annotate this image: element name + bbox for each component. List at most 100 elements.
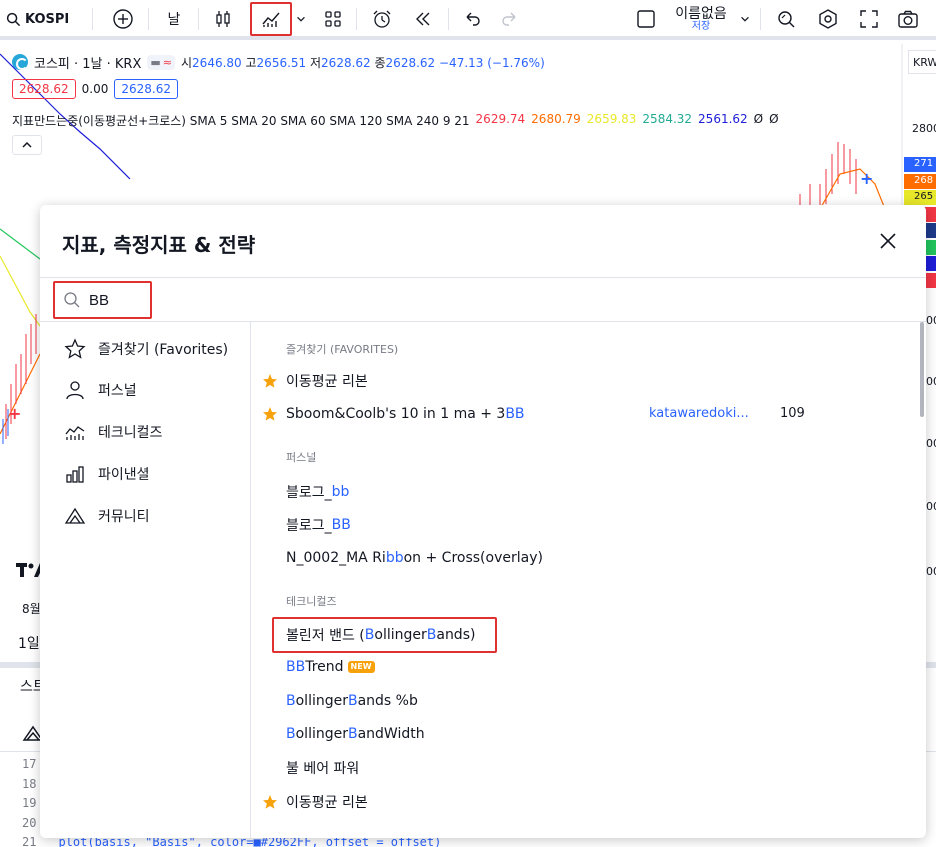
- replay-button[interactable]: [410, 3, 436, 35]
- fullscreen-button[interactable]: [856, 3, 882, 35]
- sidebar-item-label: 퍼스널: [98, 383, 137, 399]
- line-number: 20: [22, 815, 37, 830]
- search-icon: [6, 12, 21, 26]
- line-number: 19: [22, 796, 37, 810]
- legend-toggle-pill[interactable]: ▬ ≈: [147, 54, 175, 70]
- result-item[interactable]: Bollinger BandWidth: [286, 721, 425, 747]
- square-icon: [637, 10, 655, 28]
- toolbar-divider: [760, 8, 761, 30]
- layout-name-button[interactable]: 이름없음 저장: [668, 3, 734, 35]
- result-author-link[interactable]: katawaredoki...: [649, 406, 749, 421]
- new-badge: NEW: [347, 661, 375, 673]
- price-boxes: 2628.62 0.00 2628.62: [12, 79, 178, 99]
- price-axis-tag: 268: [904, 173, 936, 189]
- date-axis-label: 8월: [22, 602, 41, 616]
- result-item[interactable]: Bollinger Bands %b: [286, 688, 418, 714]
- layout-dropdown-button[interactable]: [738, 3, 752, 35]
- symbol-search-button[interactable]: KOSPI: [6, 3, 78, 35]
- result-item[interactable]: 블로그_ BB: [286, 512, 351, 538]
- sma-yellow-line: [0, 255, 41, 327]
- result-item[interactable]: 블로그_ bb: [286, 479, 349, 505]
- collapse-legend-button[interactable]: [12, 135, 42, 155]
- top-toolbar: KOSPI 날 이름없음 저장: [0, 0, 936, 40]
- result-item[interactable]: 이동평균 리본: [286, 368, 368, 394]
- indicator-name: 지표만드는중(이동평균선+크로스) SMA 5 SMA 20 SMA 60 SM…: [12, 114, 470, 128]
- axis-price-label: 00: [926, 565, 936, 578]
- minus-icon: ▬: [150, 55, 161, 69]
- indicator-legend[interactable]: 지표만드는중(이동평균선+크로스) SMA 5 SMA 20 SMA 60 SM…: [12, 112, 779, 129]
- layout-save-status: 저장: [691, 20, 711, 32]
- indicators-dialog: 지표, 측정지표 & 전략 즐겨찾기 (Favorites) 퍼스널 테크니컬즈…: [40, 205, 926, 838]
- cross-marker: +: [8, 404, 21, 423]
- indicator-value: 2561.62: [698, 112, 748, 126]
- range-button[interactable]: 1일: [18, 633, 40, 653]
- chart-legend: 코스피 · 1날 · KRX ▬ ≈ 시2646.80 고2656.51 저26…: [12, 52, 545, 72]
- dialog-divider: [40, 277, 926, 278]
- undo-button[interactable]: [460, 3, 484, 35]
- sidebar-item-financials[interactable]: 파이낸셜: [64, 460, 150, 488]
- line-number: 18: [22, 776, 37, 791]
- ohlc-values: 시2646.80 고2656.51 저2628.62 종2628.62 −47.…: [181, 55, 545, 70]
- sidebar-item-personal[interactable]: 퍼스널: [64, 376, 137, 404]
- result-item[interactable]: Sboom&Coolb's 10 in 1 ma + 3 BB: [286, 401, 525, 427]
- price-axis-tag: 271: [904, 157, 936, 172]
- indicator-search-box[interactable]: [53, 281, 152, 319]
- redo-button[interactable]: [498, 3, 522, 35]
- chevron-down-icon: [297, 16, 305, 22]
- templates-button[interactable]: [320, 3, 346, 35]
- close-button[interactable]: [876, 229, 900, 253]
- alarm-clock-icon: [373, 10, 391, 28]
- person-icon: [66, 381, 84, 400]
- cross-marker-right: +: [860, 169, 873, 188]
- indicator-search-input[interactable]: [89, 291, 139, 309]
- favorite-star-icon[interactable]: [262, 373, 278, 389]
- results-scrollbar[interactable]: [920, 322, 924, 417]
- result-item-bollinger-bands[interactable]: 볼린저 밴드 (Bollinger Bands): [286, 622, 475, 648]
- indicators-dropdown-button[interactable]: [294, 3, 308, 35]
- settings-button[interactable]: [814, 3, 842, 35]
- sidebar-item-favorites[interactable]: 즐겨찾기 (Favorites): [64, 335, 228, 363]
- candles-right: [799, 142, 857, 209]
- indicator-value: 2629.74: [475, 112, 526, 126]
- result-item[interactable]: 불 베어 파워: [286, 755, 359, 781]
- axis-price-label: 00: [926, 437, 936, 450]
- favorite-star-icon[interactable]: [262, 406, 278, 422]
- search-divider: [40, 321, 926, 322]
- section-header-favorites: 즐겨찾기 (FAVORITES): [286, 343, 399, 356]
- redo-icon: [502, 12, 516, 26]
- sidebar-item-community[interactable]: 커뮤니티: [64, 502, 150, 530]
- snapshot-button[interactable]: [894, 3, 922, 35]
- toolbar-divider: [198, 8, 199, 30]
- result-item[interactable]: 이동평균 리본: [286, 789, 368, 815]
- result-item[interactable]: BB Trend NEW: [286, 654, 375, 680]
- chevron-down-icon: [741, 16, 749, 22]
- interval-button[interactable]: 날: [160, 3, 188, 35]
- currency-label[interactable]: KRW: [908, 50, 936, 74]
- toolbar-divider: [92, 8, 93, 30]
- toolbar-divider: [356, 8, 357, 30]
- dialog-title: 지표, 측정지표 & 전략: [62, 233, 256, 257]
- plus-circle-icon: [113, 9, 133, 29]
- axis-price-label: 00: [926, 375, 936, 388]
- favorite-star-icon[interactable]: [262, 794, 278, 810]
- hexagon-gear-icon: [819, 9, 837, 29]
- alert-button[interactable]: [368, 3, 396, 35]
- layout-select-button[interactable]: [634, 3, 658, 35]
- sell-price-box[interactable]: 2628.62: [12, 79, 76, 99]
- sidebar-item-label: 파이낸셜: [98, 467, 150, 483]
- camera-icon: [898, 10, 918, 28]
- compare-symbol-button[interactable]: [110, 3, 136, 35]
- indicators-button[interactable]: [250, 2, 292, 36]
- community-icon: [64, 507, 86, 524]
- symbol-title[interactable]: 코스피 · 1날 · KRX: [34, 53, 141, 72]
- quick-search-button[interactable]: [772, 3, 800, 35]
- result-likes-count: 109: [780, 406, 805, 421]
- chart-type-button[interactable]: [210, 3, 236, 35]
- sidebar-item-technicals[interactable]: 테크니컬즈: [64, 418, 162, 446]
- indicator-value: Ø: [753, 112, 764, 126]
- wave-icon: ≈: [162, 55, 172, 69]
- buy-price-box[interactable]: 2628.62: [114, 79, 178, 99]
- indicator-value: 2659.83: [586, 112, 637, 126]
- result-item[interactable]: N_0002_MA Ri bb on + Cross(overlay): [286, 545, 543, 571]
- star-outline-icon: [64, 338, 86, 359]
